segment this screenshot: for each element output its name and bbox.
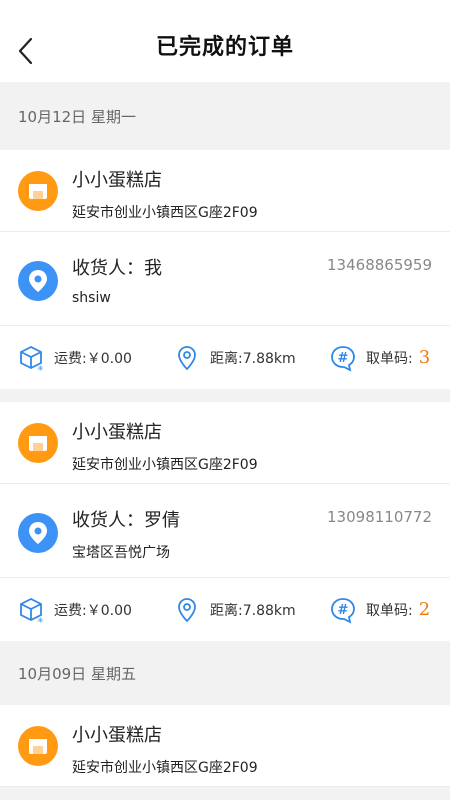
svg-text:✳: ✳ — [37, 364, 44, 372]
order-card[interactable]: 小小蛋糕店 延安市创业小镇西区G座2F09 — [0, 705, 450, 787]
delivery-fee: ✳ 运费:￥0.00 — [18, 344, 132, 372]
svg-text:#: # — [338, 351, 349, 366]
pickup-label: 取单码: — [366, 602, 413, 619]
date-header: 10月12日 星期一 — [0, 82, 450, 150]
order-meta: ✳ 运费:￥0.00 距离:7.88km # 取单码: 3 — [0, 326, 450, 389]
chevron-left-icon — [18, 37, 33, 65]
hash-icon: # — [331, 345, 355, 372]
date-header: 10月09日 星期五 — [0, 641, 450, 705]
shop-info: 小小蛋糕店 延安市创业小镇西区G座2F09 — [0, 705, 450, 787]
shop-name: 小小蛋糕店 — [72, 170, 162, 191]
order-card[interactable]: 小小蛋糕店 延安市创业小镇西区G座2F09 收货人：我 shsiw 134688… — [0, 150, 450, 389]
distance: 距离:7.88km — [174, 596, 296, 624]
shop-address: 延安市创业小镇西区G座2F09 — [72, 457, 258, 473]
map-pin-icon — [178, 597, 196, 622]
receiver-info: 收货人：罗倩 宝塔区吾悦广场 13098110772 — [0, 484, 450, 578]
hash-icon: # — [331, 597, 355, 624]
map-pin-icon — [178, 345, 196, 370]
receiver-address: 宝塔区吾悦广场 — [72, 545, 170, 561]
order-card[interactable]: 小小蛋糕店 延安市创业小镇西区G座2F09 收货人：罗倩 宝塔区吾悦广场 130… — [0, 402, 450, 641]
pickup-code: 3 — [418, 347, 431, 368]
distance-text: 距离:7.88km — [210, 350, 296, 367]
shop-icon — [18, 423, 58, 463]
page-title: 已完成的订单 — [155, 35, 294, 60]
box-icon: ✳ — [20, 345, 44, 372]
order-meta: ✳ 运费:￥0.00 距离:7.88km # 取单码: 2 — [0, 578, 450, 641]
card-divider — [0, 389, 450, 402]
location-pin-icon — [18, 261, 58, 301]
receiver-phone[interactable]: 13098110772 — [327, 508, 432, 526]
shop-name: 小小蛋糕店 — [72, 422, 162, 443]
fee-text: 运费:￥0.00 — [54, 350, 132, 367]
pickup-code-box: # 取单码: 3 — [330, 344, 430, 372]
distance: 距离:7.88km — [174, 344, 296, 372]
receiver-phone[interactable]: 13468865959 — [327, 256, 432, 274]
shop-info: 小小蛋糕店 延安市创业小镇西区G座2F09 — [0, 150, 450, 232]
shop-name: 小小蛋糕店 — [72, 725, 162, 746]
shop-address: 延安市创业小镇西区G座2F09 — [72, 205, 258, 221]
shop-icon — [18, 726, 58, 766]
pickup-code: 2 — [418, 599, 431, 620]
receiver-name: 收货人：我 — [72, 258, 162, 279]
shop-info: 小小蛋糕店 延安市创业小镇西区G座2F09 — [0, 402, 450, 484]
app-header: 已完成的订单 — [0, 0, 450, 82]
box-icon: ✳ — [20, 597, 44, 624]
location-pin-icon — [18, 513, 58, 553]
pickup-code-box: # 取单码: 2 — [330, 596, 430, 624]
fee-text: 运费:￥0.00 — [54, 602, 132, 619]
distance-text: 距离:7.88km — [210, 602, 296, 619]
receiver-info: 收货人：我 shsiw 13468865959 — [0, 232, 450, 326]
shop-address: 延安市创业小镇西区G座2F09 — [72, 760, 258, 776]
back-button[interactable] — [14, 36, 38, 66]
svg-text:✳: ✳ — [37, 616, 44, 624]
delivery-fee: ✳ 运费:￥0.00 — [18, 596, 132, 624]
shop-icon — [18, 171, 58, 211]
receiver-address: shsiw — [72, 290, 111, 306]
receiver-name: 收货人：罗倩 — [72, 510, 180, 531]
svg-text:#: # — [338, 603, 349, 618]
pickup-label: 取单码: — [366, 350, 413, 367]
